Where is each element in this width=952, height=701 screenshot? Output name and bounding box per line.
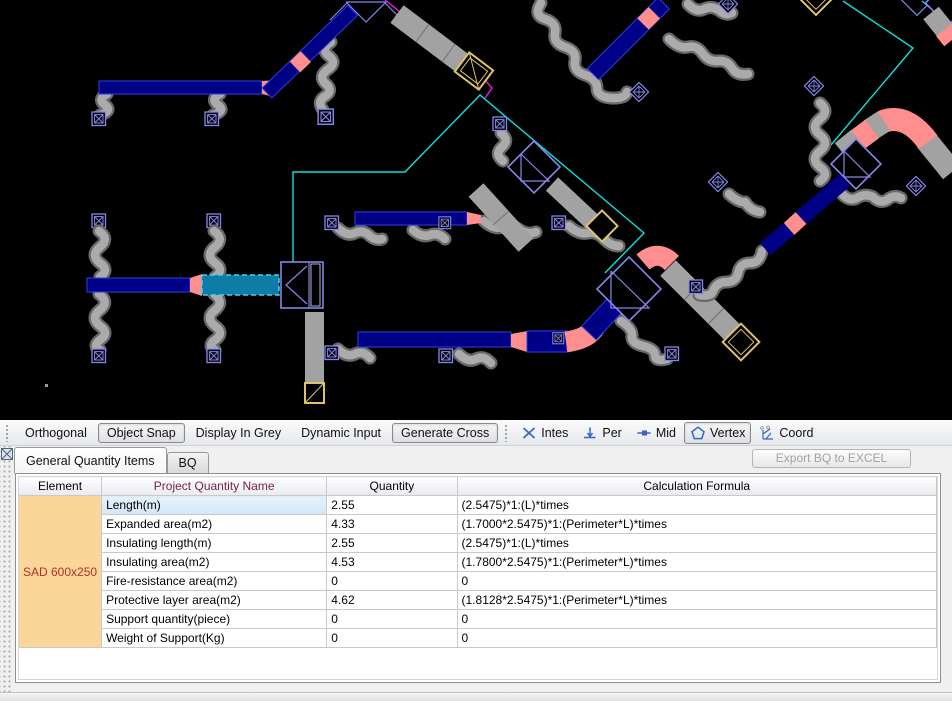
- table-row[interactable]: Protective layer area(m2)4.62(1.8128*2.5…: [19, 591, 937, 610]
- formula-cell[interactable]: (2.5475)*1:(L)*times: [457, 534, 936, 553]
- qty-cell[interactable]: 2.55: [327, 534, 457, 553]
- ductwork-drawing[interactable]: [0, 0, 952, 420]
- diffuser[interactable]: [92, 349, 106, 363]
- qty-cell[interactable]: 0: [327, 572, 457, 591]
- diffuser[interactable]: [325, 346, 339, 360]
- formula-cell[interactable]: (1.7800*2.5475)*1:(Perimeter*L)*times: [457, 553, 936, 572]
- cursor-pixel: [45, 384, 48, 387]
- name-cell[interactable]: Support quantity(piece): [102, 610, 327, 629]
- table-row[interactable]: Support quantity(piece)00: [19, 610, 937, 629]
- snap-label: Vertex: [710, 426, 745, 440]
- quantity-panel: General Quantity Items BQ Export BQ to E…: [0, 446, 952, 692]
- name-cell[interactable]: Insulating length(m): [102, 534, 327, 553]
- intersection-icon: [521, 425, 537, 441]
- qty-cell[interactable]: 0: [327, 629, 457, 648]
- tab-label: BQ: [179, 456, 197, 470]
- panel-resize-grip[interactable]: [0, 446, 13, 692]
- name-cell[interactable]: Insulating area(m2): [102, 553, 327, 572]
- ahu-unit[interactable]: [281, 262, 323, 308]
- coordinate-icon: [759, 425, 775, 441]
- formula-cell[interactable]: 0: [457, 572, 936, 591]
- table-row[interactable]: Weight of Support(Kg)00: [19, 629, 937, 648]
- diffuser[interactable]: [92, 112, 106, 126]
- qty-cell[interactable]: 4.53: [327, 553, 457, 572]
- snap-perpendicular-toggle[interactable]: Per: [576, 422, 627, 444]
- diffuser[interactable]: [205, 112, 219, 126]
- toolbar-grip[interactable]: [5, 424, 10, 442]
- column-header-project-quantity-name[interactable]: Project Quantity Name: [102, 477, 327, 496]
- snap-coordinate-toggle[interactable]: Coord: [753, 422, 819, 444]
- diffuser[interactable]: [325, 216, 339, 230]
- column-header-element[interactable]: Element: [19, 477, 102, 496]
- formula-cell[interactable]: (1.8128*2.5475)*1:(Perimeter*L)*times: [457, 591, 936, 610]
- element-cell[interactable]: SAD 600x250: [19, 496, 102, 648]
- diffuser[interactable]: [552, 216, 566, 230]
- name-cell[interactable]: Expanded area(m2): [102, 515, 327, 534]
- snap-vertex-toggle[interactable]: Vertex: [684, 422, 751, 444]
- formula-cell[interactable]: (1.7000*2.5475)*1:(Perimeter*L)*times: [457, 515, 936, 534]
- diffuser[interactable]: [318, 109, 333, 124]
- cad-application-window: Orthogonal Object Snap Display In Grey D…: [0, 0, 952, 701]
- table-header-row: Element Project Quantity Name Quantity C…: [19, 477, 937, 496]
- riser-end-cap[interactable]: [305, 383, 324, 403]
- toolbar-grip[interactable]: [504, 424, 509, 442]
- generate-cross-button[interactable]: Generate Cross: [392, 423, 498, 443]
- dynamic-input-toggle[interactable]: Dynamic Input: [292, 423, 390, 443]
- snap-label: Mid: [656, 426, 676, 440]
- status-bar: [0, 692, 952, 701]
- snap-intersection-toggle[interactable]: Intes: [515, 422, 574, 444]
- diffuser[interactable]: [553, 333, 564, 344]
- tab-label: General Quantity Items: [26, 454, 155, 468]
- table-row[interactable]: Expanded area(m2)4.33(1.7000*2.5475)*1:(…: [19, 515, 937, 534]
- column-header-calculation-formula[interactable]: Calculation Formula: [457, 477, 936, 496]
- selected-duct-sad-600x250[interactable]: [202, 275, 279, 295]
- object-snap-toggle[interactable]: Object Snap: [98, 423, 185, 443]
- snap-label: Per: [602, 426, 621, 440]
- formula-cell[interactable]: 0: [457, 610, 936, 629]
- diffuser[interactable]: [493, 117, 507, 131]
- export-bq-to-excel-button[interactable]: Export BQ to EXCEL: [752, 449, 911, 468]
- diffuser[interactable]: [439, 349, 453, 363]
- snap-toolbar: Orthogonal Object Snap Display In Grey D…: [0, 420, 952, 446]
- diffuser[interactable]: [439, 217, 451, 229]
- quantity-table: Element Project Quantity Name Quantity C…: [18, 476, 937, 648]
- table-row[interactable]: Fire-resistance area(m2)00: [19, 572, 937, 591]
- tab-general-quantity-items[interactable]: General Quantity Items: [14, 447, 167, 473]
- quantity-table-frame: Element Project Quantity Name Quantity C…: [15, 473, 941, 683]
- qty-cell[interactable]: 0: [327, 610, 457, 629]
- display-in-grey-toggle[interactable]: Display In Grey: [187, 423, 290, 443]
- diffuser[interactable]: [689, 280, 703, 294]
- table-row[interactable]: Insulating area(m2)4.53(1.7800*2.5475)*1…: [19, 553, 937, 572]
- diffuser[interactable]: [665, 347, 679, 361]
- midpoint-icon: [636, 425, 652, 441]
- table-row[interactable]: Insulating length(m)2.55(2.5475)*1:(L)*t…: [19, 534, 937, 553]
- riser-duct[interactable]: [305, 312, 324, 383]
- formula-cell[interactable]: (2.5475)*1:(L)*times: [457, 496, 936, 515]
- name-cell[interactable]: Fire-resistance area(m2): [102, 572, 327, 591]
- tab-bq[interactable]: BQ: [167, 452, 209, 473]
- orthogonal-toggle[interactable]: Orthogonal: [16, 423, 96, 443]
- panel-tabs: General Quantity Items BQ: [14, 446, 209, 473]
- qty-cell[interactable]: 4.33: [327, 515, 457, 534]
- diffuser[interactable]: [207, 349, 221, 363]
- qty-cell[interactable]: 2.55: [327, 496, 457, 515]
- qty-cell[interactable]: 4.62: [327, 591, 457, 610]
- snap-midpoint-toggle[interactable]: Mid: [630, 422, 682, 444]
- name-cell[interactable]: Length(m): [102, 496, 327, 515]
- panel-dock-icon[interactable]: [1, 448, 13, 460]
- column-header-quantity[interactable]: Quantity: [327, 477, 457, 496]
- name-cell[interactable]: Protective layer area(m2): [102, 591, 327, 610]
- table-row[interactable]: SAD 600x250Length(m)2.55(2.5475)*1:(L)*t…: [19, 496, 937, 515]
- snap-label: Intes: [541, 426, 568, 440]
- snap-label: Coord: [779, 426, 813, 440]
- perpendicular-icon: [582, 425, 598, 441]
- cad-canvas[interactable]: [0, 0, 952, 420]
- name-cell[interactable]: Weight of Support(Kg): [102, 629, 327, 648]
- formula-cell[interactable]: 0: [457, 629, 936, 648]
- quantity-table-body: SAD 600x250Length(m)2.55(2.5475)*1:(L)*t…: [19, 496, 937, 648]
- vertex-icon: [690, 425, 706, 441]
